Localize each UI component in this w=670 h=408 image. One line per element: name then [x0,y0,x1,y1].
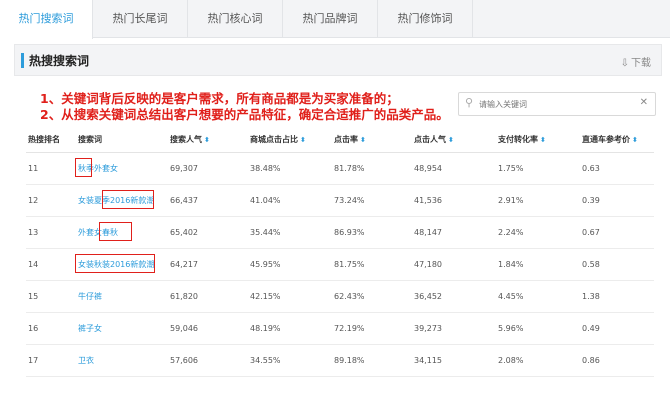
cell-click-rate: 81.75% [332,248,412,281]
cell-mall-click-share: 41.04% [248,184,332,217]
cell-payment-conversion: 1.75% [496,152,580,185]
cell-click-rate: 89.18% [332,344,412,377]
cell-keyword[interactable]: 女装夏季2016新款潮 [76,184,168,217]
cell-search-popularity: 59,046 [168,312,248,345]
col-keyword: 搜索词 [76,128,168,153]
cell-rank: 14 [26,248,76,281]
cell-payment-conversion: 2.91% [496,184,580,217]
sort-icon[interactable]: ⬍ [540,136,546,144]
sort-icon[interactable]: ⬍ [300,136,306,144]
cell-ad-reference-price: 0.67 [580,216,654,249]
cell-click-popularity: 48,954 [412,152,496,185]
table-row: 13 外套女春秋 65,402 35.44% 86.93% 48,147 2.2… [26,216,654,249]
cell-keyword[interactable]: 牛仔裤 [76,280,168,313]
cell-click-popularity: 41,536 [412,184,496,217]
sort-icon[interactable]: ⬍ [204,136,210,144]
panel-title: 热搜搜索词 [29,54,90,68]
cell-rank: 11 [26,152,76,185]
cell-keyword[interactable]: 秋季外套女 [75,152,168,185]
annotation-line-2: 2、从搜索关键词总结出客户想要的产品特征，确定合适推广的品类产品。 [40,107,449,122]
cell-rank: 15 [26,280,76,313]
cell-mall-click-share: 48.19% [248,312,332,345]
col-rank: 热搜排名 [26,128,76,153]
col-click-popularity[interactable]: 点击人气 ⬍ [412,128,496,153]
sort-icon[interactable]: ⬍ [632,136,638,144]
cell-search-popularity: 64,217 [168,248,248,281]
keyword-search-box: ⚲ ✕ [458,92,656,116]
download-icon: ⇩ [620,58,629,69]
tab-hot-search-words[interactable]: 热门搜索词 [0,0,93,39]
cell-mall-click-share: 42.15% [248,280,332,313]
cell-click-rate: 72.19% [332,312,412,345]
col-mall-click-share[interactable]: 商城点击占比 ⬍ [248,128,332,153]
cell-keyword[interactable]: 外套女春秋 [76,216,168,249]
cell-search-popularity: 66,437 [168,184,248,217]
sort-icon[interactable]: ⬍ [360,136,366,144]
cell-mall-click-share: 45.95% [248,248,332,281]
cell-keyword[interactable]: 女装秋装2016新款潮 [75,248,168,281]
download-label: 下载 [631,58,651,69]
cell-click-popularity: 47,180 [412,248,496,281]
hot-search-table: 热搜排名 搜索词 搜索人气 ⬍ 商城点击占比 ⬍ 点击率 ⬍ 点击人气 ⬍ 支付转化率 ⬍… [26,128,654,377]
cell-click-popularity: 48,147 [412,216,496,249]
cell-payment-conversion: 2.08% [496,344,580,377]
tab-hot-core-words[interactable]: 热门核心词 [188,0,283,38]
table-row: 15 牛仔裤 61,820 42.15% 62.43% 36,452 4.45%… [26,280,654,313]
search-icon: ⚲ [465,96,474,109]
col-search-popularity[interactable]: 搜索人气 ⬍ [168,128,248,153]
col-payment-conversion[interactable]: 支付转化率 ⬍ [496,128,580,153]
table-row: 11 秋季外套女 69,307 38.48% 81.78% 48,954 1.7… [26,152,654,185]
cell-rank: 13 [26,216,76,249]
table-row: 14 女装秋装2016新款潮 64,217 45.95% 81.75% 47,1… [26,248,654,281]
cell-ad-reference-price: 0.49 [580,312,654,345]
col-click-rate[interactable]: 点击率 ⬍ [332,128,412,153]
cell-click-rate: 86.93% [332,216,412,249]
sort-icon[interactable]: ⬍ [448,136,454,144]
cell-click-popularity: 36,452 [412,280,496,313]
title-accent-bar [21,53,24,68]
cell-search-popularity: 61,820 [168,280,248,313]
tab-hot-modifier-words[interactable]: 热门修饰词 [378,0,473,38]
cell-rank: 12 [26,184,76,217]
table-header-row: 热搜排名 搜索词 搜索人气 ⬍ 商城点击占比 ⬍ 点击率 ⬍ 点击人气 ⬍ 支付转化率 ⬍… [26,128,654,153]
cell-keyword[interactable]: 裤子女 [76,312,168,345]
cell-click-rate: 73.24% [332,184,412,217]
cell-click-rate: 81.78% [332,152,412,185]
cell-mall-click-share: 35.44% [248,216,332,249]
tab-hot-brand-words[interactable]: 热门品牌词 [283,0,378,38]
tab-bar: 热门搜索词 热门长尾词 热门核心词 热门品牌词 热门修饰词 [0,0,670,39]
cell-search-popularity: 69,307 [168,152,248,185]
cell-ad-reference-price: 1.38 [580,280,654,313]
cell-mall-click-share: 34.55% [248,344,332,377]
cell-rank: 17 [26,344,76,377]
cell-search-popularity: 65,402 [168,216,248,249]
cell-ad-reference-price: 0.58 [580,248,654,281]
cell-mall-click-share: 38.48% [248,152,332,185]
table-row: 16 裤子女 59,046 48.19% 72.19% 39,273 5.96%… [26,312,654,345]
table-row: 17 卫衣 57,606 34.55% 89.18% 34,115 2.08% … [26,344,654,377]
cell-ad-reference-price: 0.39 [580,184,654,217]
cell-ad-reference-price: 0.86 [580,344,654,377]
download-button[interactable]: ⇩ 下载 [621,54,651,69]
cell-rank: 16 [26,312,76,345]
col-ad-reference-price[interactable]: 直通车参考价 ⬍ [580,128,654,153]
cell-payment-conversion: 4.45% [496,280,580,313]
cell-payment-conversion: 5.96% [496,312,580,345]
cell-keyword[interactable]: 卫衣 [76,344,168,377]
cell-click-popularity: 34,115 [412,344,496,377]
cell-search-popularity: 57,606 [168,344,248,377]
cell-payment-conversion: 2.24% [496,216,580,249]
cell-click-popularity: 39,273 [412,312,496,345]
panel-header: 热搜搜索词 ⇩ 下载 [14,44,662,76]
cell-ad-reference-price: 0.63 [580,152,654,185]
cell-payment-conversion: 1.84% [496,248,580,281]
table-row: 12 女装夏季2016新款潮 66,437 41.04% 73.24% 41,5… [26,184,654,217]
tab-hot-long-tail-words[interactable]: 热门长尾词 [93,0,188,38]
cell-click-rate: 62.43% [332,280,412,313]
close-icon[interactable]: ✕ [640,97,648,108]
search-input[interactable] [479,96,629,112]
